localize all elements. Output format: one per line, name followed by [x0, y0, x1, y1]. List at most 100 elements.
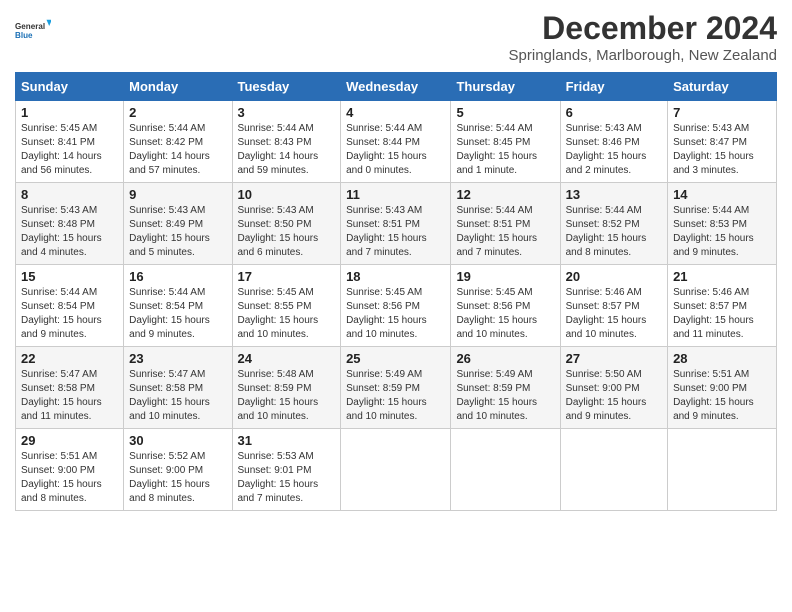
calendar-cell: 15Sunrise: 5:44 AM Sunset: 8:54 PM Dayli… [16, 265, 124, 347]
calendar-header-sunday: Sunday [16, 73, 124, 101]
day-number: 11 [346, 187, 445, 202]
day-info: Sunrise: 5:44 AM Sunset: 8:42 PM Dayligh… [129, 122, 226, 178]
calendar-cell: 31 Sunrise: 5:53 AM Sunset: 9:01 PM Dayli… [232, 429, 341, 511]
calendar-cell: 1 Sunrise: 5:45 AM Sunset: 8:41 PM Daylig… [16, 101, 124, 183]
day-info: Sunrise: 5:51 AM Sunset: 9:00 PM Dayligh… [673, 368, 771, 424]
calendar-cell: 24 Sunrise: 5:48 AM Sunset: 8:59 PM Dayli… [232, 347, 341, 429]
day-info: Sunrise: 5:46 AM Sunset: 8:57 PM Dayligh… [566, 286, 662, 342]
day-info: Sunrise: 5:46 AM Sunset: 8:57 PM Dayligh… [673, 286, 771, 342]
day-number: 22 [21, 351, 118, 366]
logo: General Blue [15, 10, 51, 52]
day-number: 20 [566, 269, 662, 284]
day-number: 13 [566, 187, 662, 202]
day-info: Sunrise: 5:43 AM Sunset: 8:47 PM Dayligh… [673, 122, 771, 178]
calendar-cell: 13 Sunrise: 5:44 AM Sunset: 8:52 PM Dayli… [560, 183, 667, 265]
day-number: 5 [456, 105, 554, 120]
calendar-cell: 17 Sunrise: 5:45 AM Sunset: 8:55 PM Dayli… [232, 265, 341, 347]
day-info: Sunrise: 5:49 AM Sunset: 8:59 PM Dayligh… [346, 368, 445, 424]
calendar-cell: 16 Sunrise: 5:44 AM Sunset: 8:54 PM Dayli… [124, 265, 232, 347]
svg-text:Blue: Blue [15, 31, 33, 40]
day-number: 28 [673, 351, 771, 366]
calendar-cell [341, 429, 451, 511]
calendar-cell: 5 Sunrise: 5:44 AM Sunset: 8:45 PM Daylig… [451, 101, 560, 183]
calendar-cell: 4 Sunrise: 5:44 AM Sunset: 8:44 PM Daylig… [341, 101, 451, 183]
day-info: Sunrise: 5:53 AM Sunset: 9:01 PM Dayligh… [238, 450, 336, 506]
calendar-cell: 26 Sunrise: 5:49 AM Sunset: 8:59 PM Dayli… [451, 347, 560, 429]
day-number: 10 [238, 187, 336, 202]
day-info: Sunrise: 5:45 AM Sunset: 8:56 PM Dayligh… [346, 286, 445, 342]
calendar-cell: 12 Sunrise: 5:44 AM Sunset: 8:51 PM Dayli… [451, 183, 560, 265]
day-number: 6 [566, 105, 662, 120]
day-number: 29 [21, 433, 118, 448]
calendar-header-thursday: Thursday [451, 73, 560, 101]
day-number: 25 [346, 351, 445, 366]
calendar-header-wednesday: Wednesday [341, 73, 451, 101]
svg-text:General: General [15, 22, 45, 31]
calendar-cell: 23Sunrise: 5:47 AM Sunset: 8:58 PM Dayli… [124, 347, 232, 429]
day-info: Sunrise: 5:43 AM Sunset: 8:50 PM Dayligh… [238, 204, 336, 260]
calendar-cell [560, 429, 667, 511]
calendar-cell: 22 Sunrise: 5:47 AM Sunset: 8:58 PM Dayli… [16, 347, 124, 429]
day-number: 1 [21, 105, 118, 120]
calendar-table: SundayMondayTuesdayWednesdayThursdayFrid… [15, 72, 777, 511]
calendar-cell [451, 429, 560, 511]
day-number: 19 [456, 269, 554, 284]
day-info: Sunrise: 5:47 AM Sunset: 8:58 PM Dayligh… [21, 368, 118, 424]
calendar-cell: 25 Sunrise: 5:49 AM Sunset: 8:59 PM Dayli… [341, 347, 451, 429]
day-info: Sunrise: 5:45 AM Sunset: 8:41 PM Dayligh… [21, 122, 118, 178]
day-info: Sunrise: 5:43 AM Sunset: 8:46 PM Dayligh… [566, 122, 662, 178]
calendar-cell: 21 Sunrise: 5:46 AM Sunset: 8:57 PM Dayli… [668, 265, 777, 347]
day-number: 12 [456, 187, 554, 202]
calendar-cell: 28 Sunrise: 5:51 AM Sunset: 9:00 PM Dayli… [668, 347, 777, 429]
day-info: Sunrise: 5:44 AM Sunset: 8:45 PM Dayligh… [456, 122, 554, 178]
calendar-header-saturday: Saturday [668, 73, 777, 101]
logo-svg: General Blue [15, 10, 51, 52]
calendar-header-friday: Friday [560, 73, 667, 101]
day-number: 9 [129, 187, 226, 202]
calendar-cell: 6 Sunrise: 5:43 AM Sunset: 8:46 PM Daylig… [560, 101, 667, 183]
day-number: 27 [566, 351, 662, 366]
day-info: Sunrise: 5:44 AM Sunset: 8:43 PM Dayligh… [238, 122, 336, 178]
day-number: 4 [346, 105, 445, 120]
day-info: Sunrise: 5:44 AM Sunset: 8:54 PM Dayligh… [21, 286, 118, 342]
calendar-header: SundayMondayTuesdayWednesdayThursdayFrid… [16, 73, 777, 101]
day-info: Sunrise: 5:43 AM Sunset: 8:48 PM Dayligh… [21, 204, 118, 260]
calendar-cell: 8Sunrise: 5:43 AM Sunset: 8:48 PM Daylig… [16, 183, 124, 265]
day-number: 16 [129, 269, 226, 284]
calendar-header-monday: Monday [124, 73, 232, 101]
day-number: 17 [238, 269, 336, 284]
calendar-cell: 19Sunrise: 5:45 AM Sunset: 8:56 PM Dayli… [451, 265, 560, 347]
day-info: Sunrise: 5:51 AM Sunset: 9:00 PM Dayligh… [21, 450, 118, 506]
day-number: 30 [129, 433, 226, 448]
calendar-cell: 20 Sunrise: 5:46 AM Sunset: 8:57 PM Dayli… [560, 265, 667, 347]
day-number: 23 [129, 351, 226, 366]
day-info: Sunrise: 5:48 AM Sunset: 8:59 PM Dayligh… [238, 368, 336, 424]
title-section: December 2024 Springlands, Marlborough, … [509, 10, 777, 64]
day-info: Sunrise: 5:44 AM Sunset: 8:54 PM Dayligh… [129, 286, 226, 342]
day-info: Sunrise: 5:44 AM Sunset: 8:52 PM Dayligh… [566, 204, 662, 260]
calendar-cell: 14Sunrise: 5:44 AM Sunset: 8:53 PM Dayli… [668, 183, 777, 265]
subtitle: Springlands, Marlborough, New Zealand [509, 47, 777, 64]
day-number: 21 [673, 269, 771, 284]
calendar-cell [668, 429, 777, 511]
day-info: Sunrise: 5:44 AM Sunset: 8:53 PM Dayligh… [673, 204, 771, 260]
day-info: Sunrise: 5:45 AM Sunset: 8:55 PM Dayligh… [238, 286, 336, 342]
calendar-cell: 29 Sunrise: 5:51 AM Sunset: 9:00 PM Dayli… [16, 429, 124, 511]
day-number: 18 [346, 269, 445, 284]
calendar-cell: 10 Sunrise: 5:43 AM Sunset: 8:50 PM Dayli… [232, 183, 341, 265]
day-info: Sunrise: 5:50 AM Sunset: 9:00 PM Dayligh… [566, 368, 662, 424]
main-title: December 2024 [509, 10, 777, 47]
calendar-cell: 3Sunrise: 5:44 AM Sunset: 8:43 PM Daylig… [232, 101, 341, 183]
day-info: Sunrise: 5:44 AM Sunset: 8:44 PM Dayligh… [346, 122, 445, 178]
day-info: Sunrise: 5:49 AM Sunset: 8:59 PM Dayligh… [456, 368, 554, 424]
calendar-cell: 18 Sunrise: 5:45 AM Sunset: 8:56 PM Dayli… [341, 265, 451, 347]
day-number: 24 [238, 351, 336, 366]
calendar-cell: 2Sunrise: 5:44 AM Sunset: 8:42 PM Daylig… [124, 101, 232, 183]
day-number: 26 [456, 351, 554, 366]
day-info: Sunrise: 5:44 AM Sunset: 8:51 PM Dayligh… [456, 204, 554, 260]
day-number: 7 [673, 105, 771, 120]
calendar-cell: 27 Sunrise: 5:50 AM Sunset: 9:00 PM Dayli… [560, 347, 667, 429]
calendar-cell: 9Sunrise: 5:43 AM Sunset: 8:49 PM Daylig… [124, 183, 232, 265]
calendar-cell: 30Sunrise: 5:52 AM Sunset: 9:00 PM Dayli… [124, 429, 232, 511]
day-number: 31 [238, 433, 336, 448]
